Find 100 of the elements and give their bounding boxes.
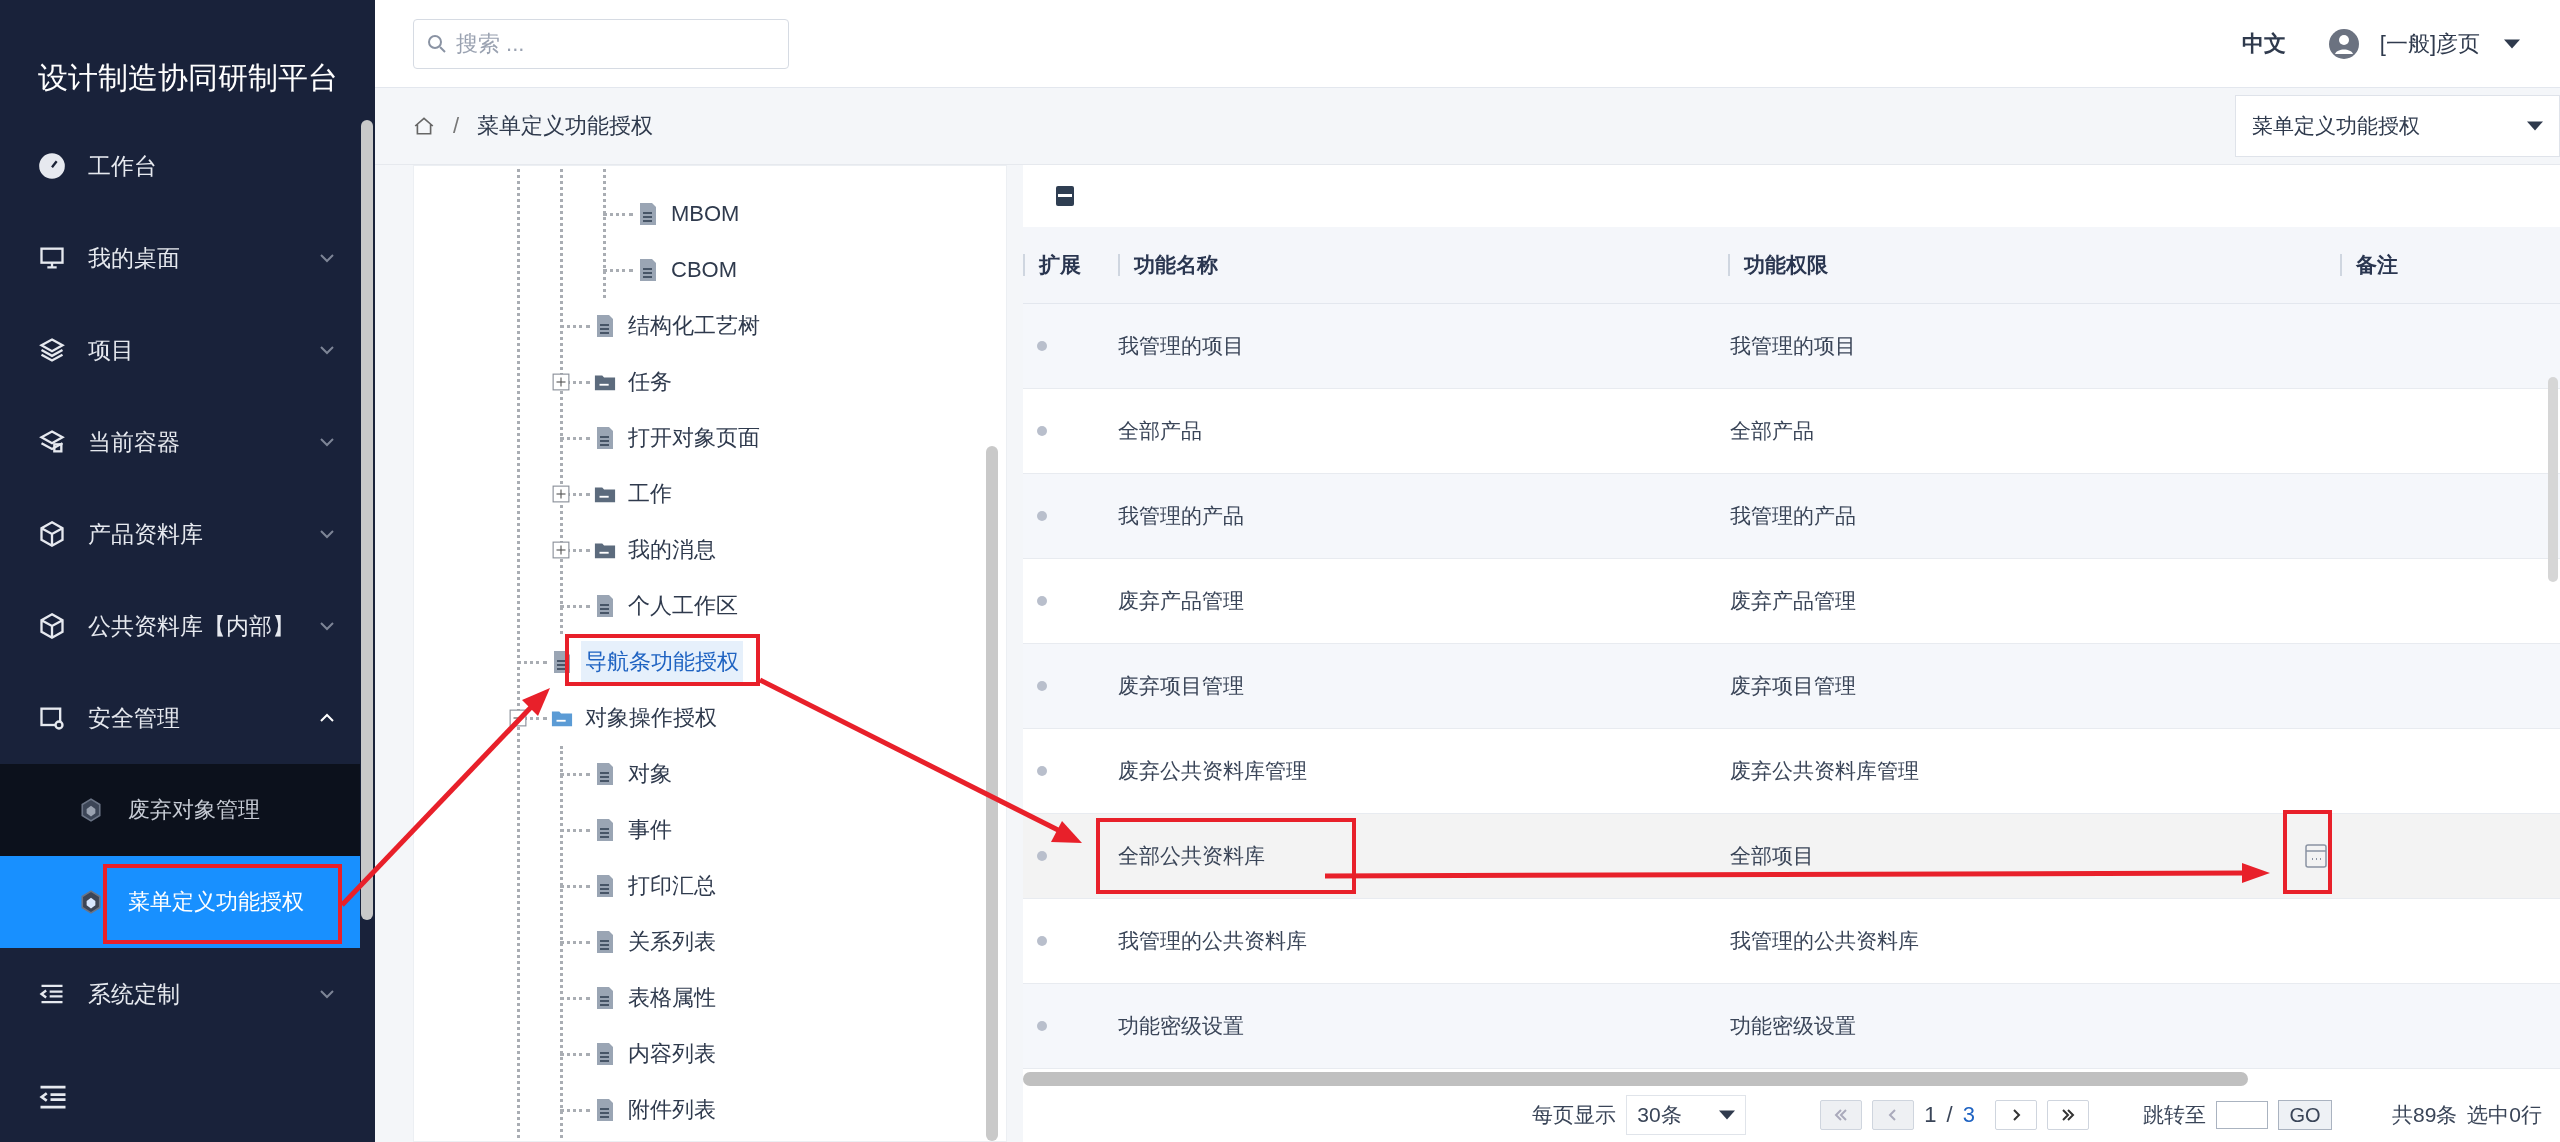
table-row[interactable]: 我管理的产品 我管理的产品 <box>1023 474 2560 559</box>
collapse-menu-icon[interactable] <box>38 1084 68 1110</box>
tree-item[interactable]: 对象 <box>624 753 676 795</box>
page-size-dropdown[interactable]: 30条 <box>1626 1095 1747 1135</box>
document-icon <box>594 314 616 338</box>
table-cell-text: 废弃公共资料库管理 <box>1118 758 1307 784</box>
document-icon <box>594 874 616 898</box>
menu-item[interactable]: 项目 <box>0 304 375 396</box>
scrollbar[interactable] <box>2548 377 2558 582</box>
chevron-icon <box>319 253 335 263</box>
expand-dot[interactable] <box>1037 851 1047 861</box>
scrollbar[interactable] <box>361 120 373 920</box>
menu-item[interactable]: 公共资料库【内部】 <box>0 580 375 672</box>
table-cell-text: 全部公共资料库 <box>1118 843 1265 869</box>
tree-item[interactable]: 打印汇总 <box>624 865 720 907</box>
table-cell-text: 我管理的项目 <box>1730 333 1856 359</box>
drawer-icon[interactable] <box>1055 185 1075 207</box>
tree-item[interactable]: 内容列表 <box>624 1033 720 1075</box>
table-cell-text: 我管理的公共资料库 <box>1730 928 1919 954</box>
caret-icon <box>2527 121 2543 131</box>
expand-dot[interactable] <box>1037 1021 1047 1031</box>
table-row[interactable]: 废弃项目管理 废弃项目管理 <box>1023 644 2560 729</box>
caret-icon <box>1719 1110 1736 1120</box>
expand-dot[interactable] <box>1037 341 1047 351</box>
table-cell-text: 我管理的公共资料库 <box>1118 928 1307 954</box>
tree-item[interactable]: 导航条功能授权 <box>581 641 743 683</box>
next-page-button[interactable] <box>1994 1100 2037 1130</box>
go-button[interactable]: GO <box>2277 1100 2332 1130</box>
column-header: 备注 <box>2340 254 2560 276</box>
selected-count: 选中0行 <box>2467 1102 2542 1128</box>
submenu-item[interactable]: 废弃对象管理 <box>0 764 360 856</box>
table-cell-text: 废弃公共资料库管理 <box>1730 758 1919 784</box>
first-page-button[interactable] <box>1820 1100 1863 1130</box>
expand-toggle[interactable] <box>552 541 570 559</box>
scrollbar[interactable] <box>986 446 998 1141</box>
hexagon-icon <box>80 890 102 914</box>
expand-dot[interactable] <box>1037 766 1047 776</box>
menu-item[interactable]: 系统定制 <box>0 948 375 1040</box>
column-header: 功能权限 <box>1728 254 2340 276</box>
search-field[interactable]: 搜索 ... <box>413 18 789 69</box>
table-cell-text: 废弃产品管理 <box>1118 588 1244 614</box>
expand-dot[interactable] <box>1037 681 1047 691</box>
previous-page-button[interactable] <box>1872 1100 1915 1130</box>
language-switch[interactable]: 中文 <box>2241 28 2286 59</box>
table-row[interactable]: 我管理的项目 我管理的项目 <box>1023 304 2560 389</box>
tree-item[interactable]: 打开对象页面 <box>624 417 764 459</box>
column-header: 扩展 <box>1023 254 1118 276</box>
breadcrumb-separator: / <box>453 113 460 139</box>
table-cell-text: 废弃产品管理 <box>1730 588 1856 614</box>
highlighted-row[interactable]: 全部公共资料库 全部项目 <box>1023 814 2560 899</box>
document-icon <box>637 202 659 226</box>
cube-icon <box>38 612 66 640</box>
double-chevron-left-icon <box>1833 1107 1850 1123</box>
table-cell-text: 功能密级设置 <box>1730 1013 1856 1039</box>
expand-dot[interactable] <box>1037 596 1047 606</box>
menu-item[interactable]: 当前容器 <box>0 396 375 488</box>
menu-item[interactable]: 安全管理 <box>0 672 375 764</box>
chevron-icon <box>319 621 335 631</box>
document-icon <box>594 818 616 842</box>
home-icon[interactable] <box>413 115 435 137</box>
chevron-icon <box>319 989 335 999</box>
tree-item[interactable]: 任务 <box>624 361 676 403</box>
table-cell-text: 我管理的项目 <box>1118 333 1244 359</box>
stack-icon <box>38 428 66 456</box>
table-cell-text: 我管理的产品 <box>1730 503 1856 529</box>
caret-icon[interactable] <box>2504 38 2520 49</box>
horizontal-scrollbar[interactable] <box>1023 1072 2248 1086</box>
menu-item[interactable]: 产品资料库 <box>0 488 375 580</box>
current-page: 1 <box>1924 1102 1937 1128</box>
page-dropdown[interactable]: 菜单定义功能授权 <box>2235 95 2560 157</box>
chevron-icon <box>319 713 335 723</box>
tree-item[interactable]: 关系列表 <box>624 921 720 963</box>
page-input[interactable] <box>2215 1101 2268 1129</box>
table-cell-text: 全部产品 <box>1730 418 1814 444</box>
expand-dot[interactable] <box>1037 511 1047 521</box>
note-icon[interactable] <box>2305 844 2327 868</box>
hexagon-icon <box>80 798 102 822</box>
menu-item[interactable]: 工作台 <box>0 120 375 212</box>
tree-item[interactable]: 我的消息 <box>624 529 720 571</box>
column-header: 功能名称 <box>1118 254 1728 276</box>
tree-item[interactable]: 工作 <box>624 473 676 515</box>
tree-item[interactable]: 对象操作授权 <box>581 697 721 739</box>
tree-item[interactable]: 结构化工艺树 <box>624 305 764 347</box>
search-icon <box>427 33 447 54</box>
tree-item[interactable]: 附件列表 <box>624 1089 720 1131</box>
document-icon <box>637 258 659 282</box>
expand-toggle[interactable] <box>552 373 570 391</box>
table-row[interactable]: 功能密级设置 功能密级设置 <box>1023 984 2560 1069</box>
tree-item[interactable]: CBOM <box>667 251 741 289</box>
expand-toggle[interactable] <box>552 485 570 503</box>
last-page-button[interactable] <box>2046 1100 2089 1130</box>
tree-item[interactable]: 个人工作区 <box>624 585 742 627</box>
user-menu[interactable]: [一般]彦页 <box>2379 28 2480 59</box>
expand-dot[interactable] <box>1037 936 1047 946</box>
tree-item[interactable]: MBOM <box>667 195 744 233</box>
expand-dot[interactable] <box>1037 426 1047 436</box>
tree-item[interactable]: 事件 <box>624 809 676 851</box>
tree-item[interactable]: 表格属性 <box>624 977 720 1019</box>
total-pages-link[interactable]: 3 <box>1962 1102 1975 1128</box>
menu-item[interactable]: 我的桌面 <box>0 212 375 304</box>
